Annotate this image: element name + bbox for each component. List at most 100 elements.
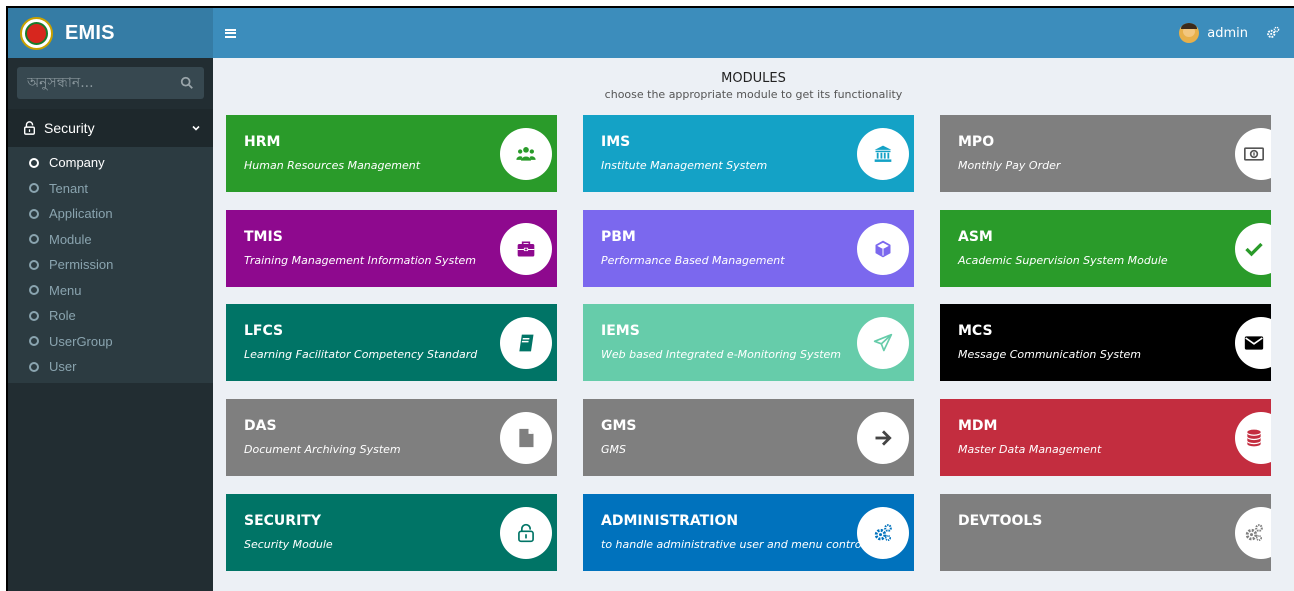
sidebar-item-label: Tenant [49,180,89,196]
chevron-down-icon [192,125,200,131]
module-description: Human Resources Management [244,159,421,172]
module-tile-security[interactable]: SECURITY Security Module [226,494,557,571]
user-name[interactable]: admin [1207,26,1248,41]
circle-icon [29,234,39,245]
main-content: MODULES choose the appropriate module to… [213,58,1294,591]
module-tile-mdm[interactable]: MDM Master Data Management [940,399,1271,476]
module-code: IEMS [601,323,640,339]
module-tile-gms[interactable]: GMS GMS [583,399,914,476]
brand-title: EMIS [65,21,115,44]
sidebar-item-label: Company [49,155,105,171]
sidebar-submenu: Company Tenant Application Module Permis… [8,147,213,383]
module-code: TMIS [244,229,283,245]
circle-icon [29,157,39,168]
sidebar-item-label: UserGroup [49,333,113,349]
users-icon [500,128,552,180]
lock-icon [500,507,552,559]
user-menu[interactable]: admin [1179,23,1294,43]
sidebar-item-label: Module [49,231,92,247]
circle-icon [29,361,39,372]
hamburger-menu-icon[interactable] [225,28,236,38]
module-description: Training Management Information System [244,254,477,267]
module-tile-pbm[interactable]: PBM Performance Based Management [583,210,914,287]
module-code: LFCS [244,323,284,339]
gears-icon [1235,507,1271,559]
module-tile-tmis[interactable]: TMIS Training Management Information Syst… [226,210,557,287]
database-icon [1235,412,1271,464]
cube-icon [857,223,909,275]
module-code: MCS [958,323,993,339]
sidebar-item-company[interactable]: Company [8,150,213,176]
module-code: MPO [958,134,995,150]
topbar: admin [213,8,1294,58]
sidebar-section-security[interactable]: Security [8,109,213,147]
sidebar-item-role[interactable]: Role [8,303,213,329]
page-title: MODULES [721,71,786,86]
brand[interactable]: EMIS [8,8,213,58]
module-tile-administration[interactable]: ADMINISTRATION to handle administrative u… [583,494,914,571]
module-code: HRM [244,134,281,150]
module-code: DEVTOOLS [958,513,1043,529]
circle-icon [29,259,39,270]
sidebar-section-label: Security [44,120,95,136]
app-frame: EMIS Security Company Tenant Application [6,6,1294,591]
sidebar-item-usergroup[interactable]: UserGroup [8,329,213,355]
circle-icon [29,285,39,296]
module-description: Academic Supervision System Module [958,254,1168,267]
sidebar-item-permission[interactable]: Permission [8,252,213,278]
module-tile-asm[interactable]: ASM Academic Supervision System Module [940,210,1271,287]
module-code: PBM [601,229,636,245]
circle-icon [29,336,39,347]
file-icon [500,412,552,464]
lock-icon [23,121,36,135]
envelope-icon [1235,317,1271,369]
govt-logo [20,16,53,50]
module-code: ADMINISTRATION [601,513,739,529]
module-tile-devtools[interactable]: DEVTOOLS [940,494,1271,571]
money-icon [1235,128,1271,180]
paper-plane-icon [857,317,909,369]
sidebar-item-label: Menu [49,282,82,298]
module-description: Monthly Pay Order [958,159,1061,172]
module-tile-iems[interactable]: IEMS Web based Integrated e-Monitoring Sy… [583,304,914,381]
module-code: GMS [601,418,637,434]
module-code: MDM [958,418,998,434]
circle-icon [29,310,39,321]
search-icon[interactable] [180,76,194,90]
module-tile-ims[interactable]: IMS Institute Management System [583,115,914,192]
module-description: Security Module [244,538,333,551]
search-input[interactable] [27,75,167,91]
module-tile-hrm[interactable]: HRM Human Resources Management [226,115,557,192]
module-description: Institute Management System [601,159,768,172]
module-description: Performance Based Management [601,254,785,267]
book-icon [500,317,552,369]
sidebar-item-label: User [49,359,77,375]
module-code: SECURITY [244,513,321,529]
sidebar-item-user[interactable]: User [8,354,213,380]
module-description: Web based Integrated e-Monitoring System [601,348,842,361]
arrow-right-icon [857,412,909,464]
sidebar-item-label: Permission [49,257,114,273]
circle-icon [29,183,39,194]
modules-heading: MODULES choose the appropriate module to… [213,58,1294,101]
circle-icon [29,208,39,219]
module-code: DAS [244,418,277,434]
module-description: Document Archiving System [244,443,401,456]
module-description: Master Data Management [958,443,1102,456]
module-tile-das[interactable]: DAS Document Archiving System [226,399,557,476]
sidebar-item-menu[interactable]: Menu [8,278,213,304]
gears-icon[interactable] [1266,26,1280,40]
sidebar-item-module[interactable]: Module [8,227,213,253]
page-subtitle: choose the appropriate module to get its… [604,88,903,101]
institution-icon [857,128,909,180]
sidebar-item-label: Application [49,206,113,222]
avatar[interactable] [1179,23,1200,43]
sidebar-item-tenant[interactable]: Tenant [8,176,213,202]
sidebar-item-application[interactable]: Application [8,201,213,227]
module-tile-mpo[interactable]: MPO Monthly Pay Order [940,115,1271,192]
module-tile-mcs[interactable]: MCS Message Communication System [940,304,1271,381]
module-description: to handle administrative user and menu c… [601,538,865,551]
module-code: IMS [601,134,631,150]
sidebar: EMIS Security Company Tenant Application [8,8,213,591]
module-tile-lfcs[interactable]: LFCS Learning Facilitator Competency Stan… [226,304,557,381]
